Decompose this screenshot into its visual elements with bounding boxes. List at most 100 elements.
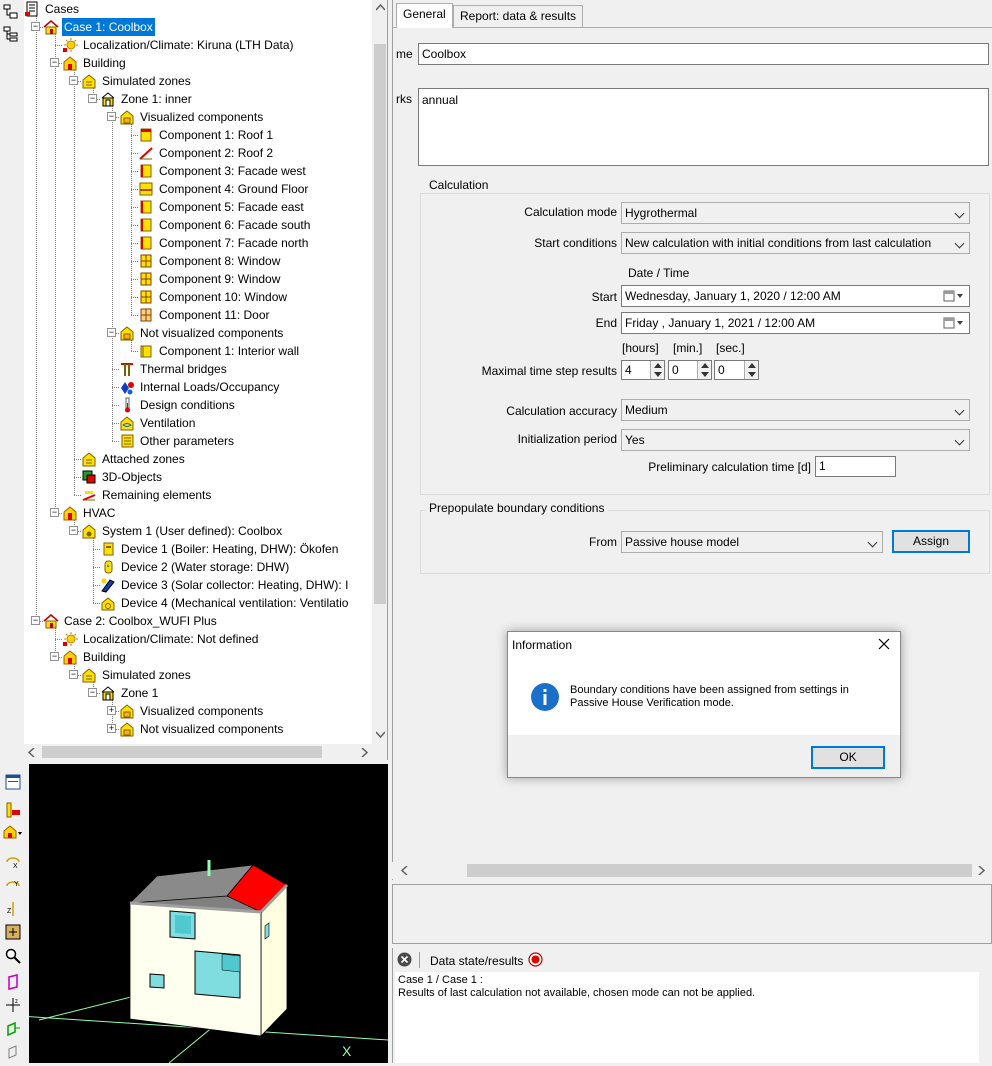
tree-node[interactable]: − Visualized components (24, 108, 372, 126)
tree-node[interactable]: Attached zones (24, 450, 372, 468)
tree-node[interactable]: Internal Loads/Occupancy (24, 378, 372, 396)
tree-node[interactable]: − Building (24, 54, 372, 72)
tree-horizontal-scrollbar[interactable] (24, 744, 372, 760)
zoom-extents-icon[interactable] (5, 924, 21, 940)
scroll-down-icon[interactable] (376, 731, 385, 738)
tree-node[interactable]: Ventilation (24, 414, 372, 432)
expand-icon[interactable]: + (107, 706, 116, 715)
spin-arrows-icon[interactable] (744, 361, 758, 379)
tree-node[interactable]: Other parameters (24, 432, 372, 450)
end-datetime-field[interactable]: Friday , January 1, 2021 / 12:00 AM (621, 312, 970, 334)
move-axis-icon[interactable]: z (5, 997, 21, 1013)
tree-node[interactable]: Localization/Climate: Not defined (24, 630, 372, 648)
zoom-icon[interactable] (5, 948, 21, 964)
tree-node[interactable]: − Simulated zones (24, 666, 372, 684)
building-dropdown-icon[interactable] (3, 824, 23, 840)
rotate-x-icon[interactable]: X (5, 854, 21, 870)
edit-plane-icon[interactable] (5, 1044, 21, 1060)
draw-plane-icon[interactable] (5, 1021, 21, 1037)
tree-node[interactable]: − Zone 1 (24, 684, 372, 702)
spin-arrows-icon[interactable] (650, 361, 664, 379)
name-field[interactable]: Coolbox (418, 43, 989, 65)
calendar-icon[interactable] (943, 289, 965, 303)
tree-node[interactable]: Device 4 (Mechanical ventilation: Ventil… (24, 594, 372, 612)
tree-node[interactable]: Thermal bridges (24, 360, 372, 378)
spin-arrows-icon[interactable] (697, 361, 711, 379)
collapse-icon[interactable]: − (69, 526, 78, 535)
tree-node[interactable]: + Visualized components (24, 702, 372, 720)
tree-node[interactable]: − Simulated zones (24, 72, 372, 90)
close-icon[interactable] (878, 638, 890, 650)
tree-node[interactable]: Component 3: Facade west (24, 162, 372, 180)
tree-node[interactable]: Component 10: Window (24, 288, 372, 306)
calendar-icon[interactable] (943, 316, 965, 330)
select-surface-icon[interactable] (5, 974, 21, 990)
form-horizontal-scrollbar[interactable] (392, 862, 992, 879)
collapse-icon[interactable]: − (50, 652, 59, 661)
collapse-icon[interactable]: − (50, 58, 59, 67)
tree-node[interactable]: Device 2 (Water storage: DHW) (24, 558, 372, 576)
tree-node[interactable]: Design conditions (24, 396, 372, 414)
tree-node[interactable]: Device 1 (Boiler: Heating, DHW): Ökofen (24, 540, 372, 558)
collapse-icon[interactable]: − (31, 616, 40, 625)
tree-node[interactable]: + Not visualized components (24, 720, 372, 738)
window-view-icon[interactable] (5, 774, 21, 790)
close-icon[interactable] (397, 952, 412, 967)
assign-button[interactable]: Assign (892, 530, 970, 553)
tree-node[interactable]: Component 1: Interior wall (24, 342, 372, 360)
collapse-icon[interactable]: − (88, 94, 97, 103)
scroll-up-icon[interactable] (376, 4, 385, 11)
scroll-right-icon[interactable] (361, 748, 368, 757)
tree-hscroll-thumb[interactable] (42, 746, 322, 758)
tree-node[interactable]: Localization/Climate: Kiruna (LTH Data) (24, 36, 372, 54)
tree-node[interactable]: − Building (24, 648, 372, 666)
tree-node[interactable]: − Zone 1: inner (24, 90, 372, 108)
tree-node[interactable]: Component 7: Facade north (24, 234, 372, 252)
scroll-left-icon[interactable] (28, 748, 35, 757)
tree-node[interactable]: Component 2: Roof 2 (24, 144, 372, 162)
tree-node[interactable]: Component 9: Window (24, 270, 372, 288)
tree-expand-icon[interactable] (3, 4, 19, 20)
tree-node[interactable]: Device 3 (Solar collector: Heating, DHW)… (24, 576, 372, 594)
calc-mode-select[interactable]: Hygrothermal (621, 202, 970, 224)
timestep-sec-stepper[interactable]: 0 (714, 360, 759, 380)
tree-vertical-scrollbar[interactable] (372, 0, 387, 744)
tree-node[interactable]: − HVAC (24, 504, 372, 522)
3d-house-model[interactable]: X (18, 764, 389, 1064)
timestep-hours-stepper[interactable]: 4 (621, 360, 665, 380)
init-period-select[interactable]: Yes (621, 429, 970, 451)
3d-view[interactable]: X (18, 764, 389, 1064)
expand-icon[interactable]: + (107, 724, 116, 733)
tree-node[interactable]: Remaining elements (24, 486, 372, 504)
tree-node[interactable]: Component 1: Roof 1 (24, 126, 372, 144)
tree-node[interactable]: Component 4: Ground Floor (24, 180, 372, 198)
tab-report[interactable]: Report: data & results (453, 5, 584, 27)
collapse-icon[interactable]: − (69, 76, 78, 85)
rotate-z-icon[interactable]: Z (5, 901, 21, 917)
collapse-icon[interactable]: − (107, 112, 116, 121)
collapse-icon[interactable]: − (88, 688, 97, 697)
tree-node[interactable]: − Case 2: Coolbox_WUFI Plus (24, 612, 372, 630)
from-select[interactable]: Passive house model (621, 531, 883, 553)
prelim-time-field[interactable]: 1 (815, 456, 896, 477)
tab-general[interactable]: General (396, 3, 453, 28)
tree-node[interactable]: − Case 1: Coolbox (24, 17, 372, 37)
accuracy-select[interactable]: Medium (621, 399, 970, 421)
rotate-y-icon[interactable]: Y (5, 878, 21, 894)
start-datetime-field[interactable]: Wednesday, January 1, 2020 / 12:00 AM (621, 285, 970, 307)
collapse-icon[interactable]: − (107, 328, 116, 337)
collapse-icon[interactable]: − (31, 22, 40, 31)
tree-node[interactable]: − Not visualized components (24, 324, 372, 342)
scroll-left-icon[interactable] (401, 866, 408, 875)
scroll-right-icon[interactable] (978, 866, 985, 875)
collapse-icon[interactable]: − (69, 670, 78, 679)
remarks-field[interactable]: annual (418, 88, 989, 166)
timestep-min-stepper[interactable]: 0 (668, 360, 712, 380)
tree-vscroll-thumb[interactable] (374, 44, 386, 604)
component-list-icon[interactable] (5, 802, 21, 818)
tree-node[interactable]: Component 11: Door (24, 306, 372, 324)
tree-node[interactable]: Component 6: Facade south (24, 216, 372, 234)
tree-node[interactable]: − System 1 (User defined): Coolbox (24, 522, 372, 540)
start-conditions-select[interactable]: New calculation with initial conditions … (621, 232, 970, 254)
collapse-icon[interactable]: − (50, 508, 59, 517)
